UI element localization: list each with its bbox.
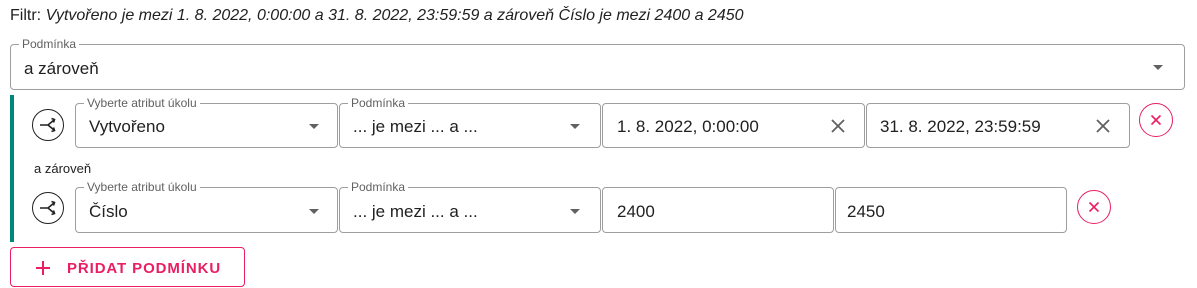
value-from-2: 2400 [617,202,655,221]
filter-summary-label: Filtr: [10,7,42,24]
value-from-input-1[interactable]: 1. 8. 2022, 0:00:00 [602,103,865,148]
plus-icon [35,260,51,276]
attribute-legend-2: Vyberte atribut úkolu [84,179,200,195]
group-operator-legend: Podmínka [19,36,80,52]
add-condition-button[interactable]: PŘIDAT PODMÍNKU [10,247,245,287]
triangle-down-icon [309,124,319,129]
join-label: a zároveň [34,161,92,176]
branch-split-icon[interactable] [32,109,64,141]
filter-summary-text: Vytvořeno je mezi 1. 8. 2022, 0:00:00 a … [45,7,744,24]
triangle-down-icon [570,209,580,214]
value-to-input-1[interactable]: 31. 8. 2022, 23:59:59 [866,103,1130,148]
triangle-down-icon [1153,65,1163,70]
triangle-down-icon [309,209,319,214]
operator-value-1: ... je mezi ... a ... [353,117,478,136]
value-from-input-2[interactable]: 2400 [602,187,834,233]
attribute-value-2: Číslo [89,202,128,221]
value-to-1: 31. 8. 2022, 23:59:59 [880,117,1041,136]
branch-split-icon[interactable] [32,192,64,224]
group-indicator-bar [10,95,14,242]
value-to-input-2[interactable]: 2450 [835,187,1067,233]
group-operator-select[interactable]: Podmínka a zároveň [10,36,1185,90]
attribute-select-1[interactable]: Vyberte atribut úkolu Vytvořeno [75,95,338,148]
remove-condition-button-1[interactable] [1139,103,1173,137]
attribute-select-2[interactable]: Vyberte atribut úkolu Číslo [75,179,338,233]
group-operator-value: a zároveň [24,59,99,78]
close-circle-icon [1150,114,1162,126]
value-from-1: 1. 8. 2022, 0:00:00 [617,117,759,136]
operator-legend-1: Podmínka [348,95,409,111]
close-circle-icon [1088,201,1100,213]
attribute-value-1: Vytvořeno [89,117,165,136]
operator-legend-2: Podmínka [348,179,409,195]
operator-value-2: ... je mezi ... a ... [353,202,478,221]
close-icon[interactable] [1095,118,1111,134]
add-condition-label: PŘIDAT PODMÍNKU [67,260,222,277]
attribute-legend-1: Vyberte atribut úkolu [84,95,200,111]
close-icon[interactable] [830,118,846,134]
operator-select-1[interactable]: Podmínka ... je mezi ... a ... [339,95,601,148]
operator-select-2[interactable]: Podmínka ... je mezi ... a ... [339,179,601,233]
filter-summary: Filtr: Vytvořeno je mezi 1. 8. 2022, 0:0… [10,7,744,25]
value-to-2: 2450 [847,202,885,221]
triangle-down-icon [570,124,580,129]
remove-condition-button-2[interactable] [1077,190,1111,224]
